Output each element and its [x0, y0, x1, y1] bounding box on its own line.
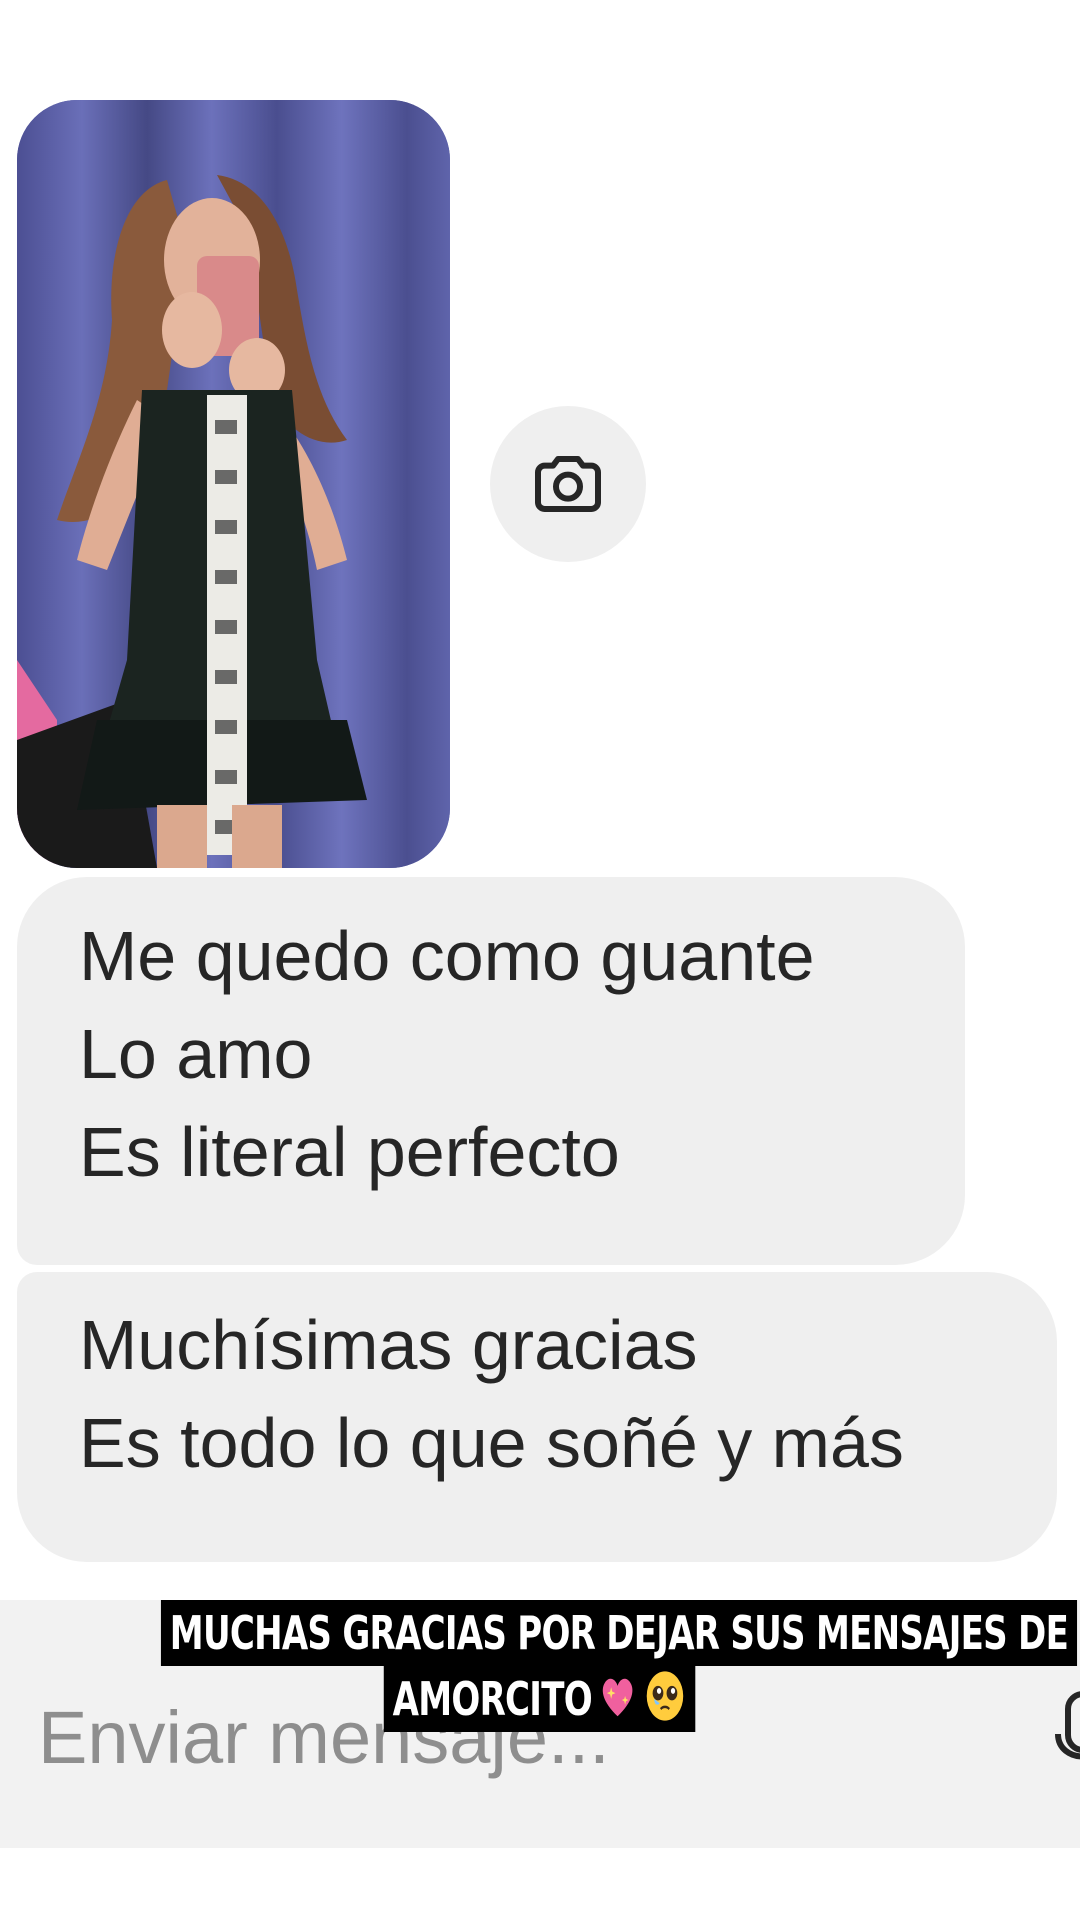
- mirror-selfie-image: [17, 100, 450, 868]
- camera-icon: [535, 456, 601, 512]
- photo-message[interactable]: [17, 100, 450, 868]
- message-line: Me quedo como guante: [79, 917, 815, 995]
- sparkling-heart-emoji-icon: [603, 1678, 633, 1717]
- video-caption: MUCHAS GRACIAS POR DEJAR SUS MENSAJES DE…: [0, 1600, 1080, 1732]
- message-line: Es literal perfecto: [79, 1113, 620, 1191]
- message-line: Es todo lo que soñé y más: [79, 1404, 904, 1482]
- message-line: Lo amo: [79, 1015, 313, 1093]
- message-bubble[interactable]: Muchísimas gracias Es todo lo que soñé y…: [17, 1272, 1057, 1562]
- caption-text: AMORCITO: [393, 1672, 593, 1726]
- camera-button[interactable]: [490, 406, 646, 562]
- caption-line-2: AMORCITO: [384, 1666, 696, 1732]
- caption-line-1: MUCHAS GRACIAS POR DEJAR SUS MENSAJES DE: [160, 1600, 1077, 1666]
- bottom-area: [0, 1848, 1080, 1920]
- message-line: Muchísimas gracias: [79, 1306, 698, 1384]
- chat-screen: Me quedo como guante Lo amo Es literal p…: [0, 0, 1080, 1920]
- pleading-face-emoji-icon: [647, 1671, 684, 1721]
- message-bubble[interactable]: Me quedo como guante Lo amo Es literal p…: [17, 877, 965, 1265]
